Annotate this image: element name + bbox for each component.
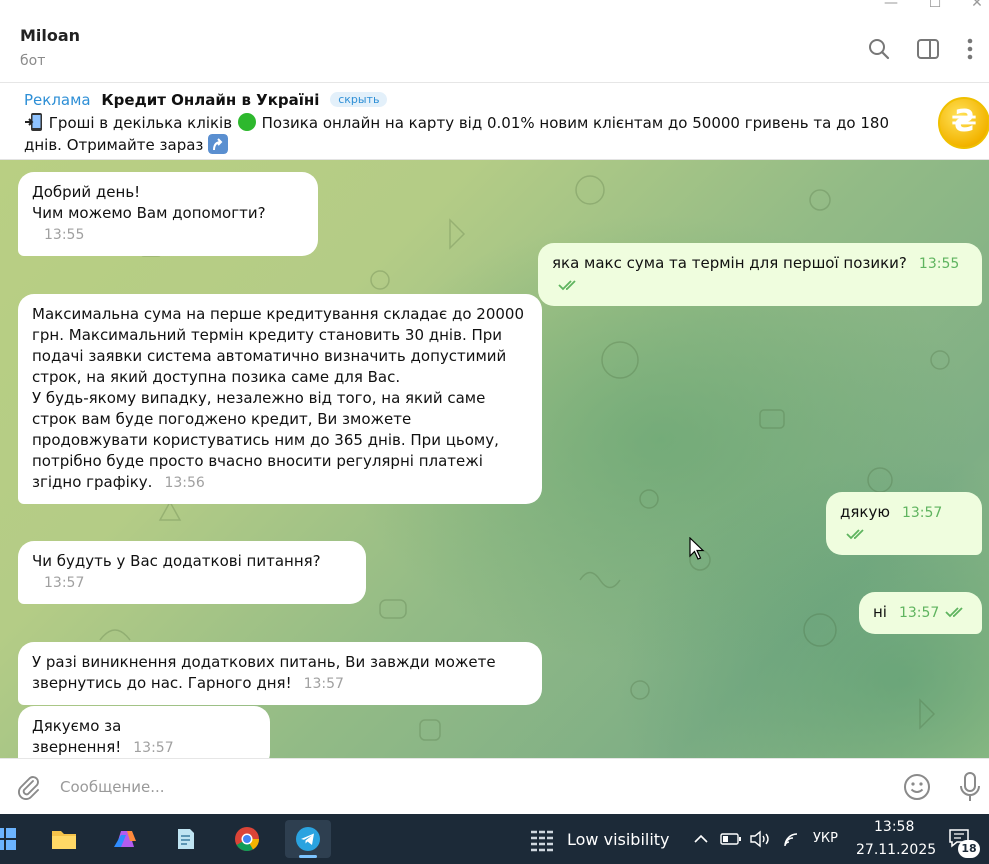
message-incoming[interactable]: Чи будуть у Вас додаткові питання? 13:57 [18,541,366,604]
message-text: Чи будуть у Вас додаткові питання? [32,552,321,570]
window-titlebar: — ☐ ✕ [0,0,989,16]
read-double-check-icon [558,280,576,291]
chevron-up-icon[interactable] [693,832,709,846]
mouse-cursor-icon [689,537,705,560]
weather-status[interactable]: Low visibility [567,830,670,849]
microphone-icon[interactable] [958,771,982,803]
message-time: 13:56 [164,475,205,491]
message-time: 13:57 [901,505,943,521]
taskbar-telegram[interactable] [285,820,331,858]
taskbar-notepad[interactable] [163,820,209,858]
sidebar-toggle-icon[interactable] [915,36,941,62]
ad-body-text-1: Гроші в декілька кліків [48,114,233,132]
active-app-indicator [299,855,317,858]
start-menu-icon[interactable] [0,828,16,850]
message-outgoing[interactable]: яка макс сума та термін для першої позик… [538,243,982,306]
message-time: 13:57 [303,676,344,692]
telegram-icon [296,827,320,851]
chat-subtitle: бот [20,53,46,69]
taskbar-file-explorer[interactable] [41,820,87,858]
chrome-icon [235,827,259,852]
ad-logo-hryvnia-icon[interactable]: ₴ [938,97,989,149]
windows-taskbar: Low visibility УКР 13:58 27.11.2025 18 [0,814,989,864]
read-double-check-icon [846,529,864,540]
message-time: 13:57 [898,605,940,621]
message-text: Дякуємо за звернення! [32,717,122,756]
search-icon[interactable] [866,36,892,62]
sponsored-banner[interactable]: Реклама Кредит Онлайн в Україні скрыть Г… [0,83,989,160]
folder-icon [52,831,76,849]
phone-arrow-icon [25,113,42,131]
message-time: 13:55 [918,256,960,272]
chat-title[interactable]: Miloan [20,26,80,45]
message-text: Максимальна сума на перше кредитування с… [32,305,525,491]
message-text: У разі виникнення додаткових питань, Ви … [32,653,496,692]
message-text: яка макс сума та термін для першої позик… [552,254,907,272]
wifi-icon[interactable] [781,830,803,848]
more-options-icon[interactable] [957,36,983,62]
message-input[interactable] [60,773,880,801]
taskbar-chrome[interactable] [224,820,270,858]
green-circle-icon [237,113,256,131]
arrow-up-right-icon [208,134,229,154]
message-list[interactable]: Добрий день! Чим можемо Вам допомогти? 13… [0,160,989,758]
ad-label: Реклама [24,91,91,109]
message-outgoing[interactable]: дякую 13:57 [826,492,982,555]
ad-body: Гроші в декілька кліків Позика онлайн на… [24,112,924,156]
battery-icon[interactable] [720,832,742,846]
notification-count-badge: 18 [958,840,980,858]
message-outgoing[interactable]: ні 13:57 [859,592,982,634]
message-time: 13:57 [133,740,174,756]
message-text: дякую [840,503,890,521]
clock-date[interactable]: 27.11.2025 [856,842,936,858]
message-incoming[interactable]: У разі виникнення додаткових питань, Ви … [18,642,542,705]
chat-header: Miloan бот [0,16,989,83]
message-text: Добрий день! Чим можемо Вам допомогти? [32,183,266,222]
emoji-smile-icon[interactable] [903,773,931,801]
attach-paperclip-icon[interactable] [16,774,42,800]
read-double-check-icon [945,607,963,618]
maximize-icon[interactable]: ☐ [920,0,950,14]
taskbar-copilot[interactable] [102,820,148,858]
message-time: 13:55 [44,227,85,243]
minimize-icon[interactable]: — [876,0,906,14]
copilot-icon [114,831,136,847]
message-incoming[interactable]: Дякуємо за звернення! 13:57 [18,706,270,758]
ad-header: Реклама Кредит Онлайн в Україні скрыть [24,91,388,109]
message-composer [0,758,989,814]
message-time: 13:57 [44,575,85,591]
clock-time[interactable]: 13:58 [874,819,914,835]
notepad-icon [178,829,194,849]
message-incoming[interactable]: Добрий день! Чим можемо Вам допомогти? 13… [18,172,318,256]
ad-title[interactable]: Кредит Онлайн в Україні [101,91,319,109]
ad-hide-button[interactable]: скрыть [330,92,388,107]
close-icon[interactable]: ✕ [962,0,989,14]
fog-weather-icon[interactable] [528,824,558,854]
message-incoming[interactable]: Максимальна сума на перше кредитування с… [18,294,542,504]
message-text: ні [873,603,887,621]
language-indicator[interactable]: УКР [813,831,838,846]
volume-icon[interactable] [749,830,771,848]
